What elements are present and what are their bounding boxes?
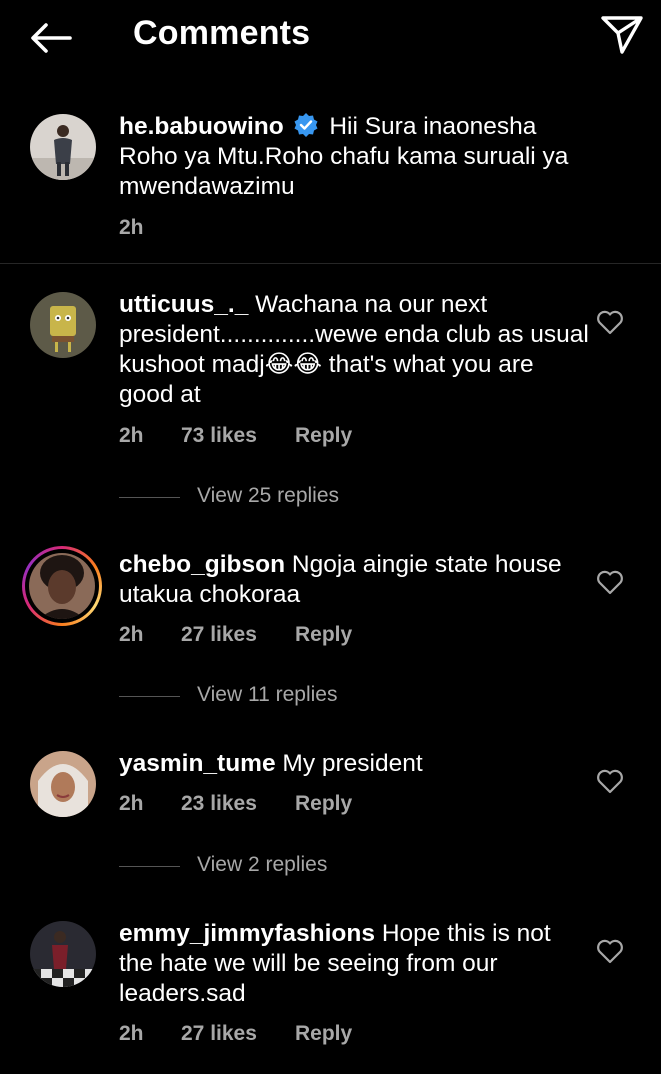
heart-icon [597,310,623,335]
comment-likes[interactable]: 27 likes [181,623,257,647]
comment-time: 2h [119,792,144,815]
reply-button[interactable]: Reply [295,623,352,647]
heart-icon [597,769,623,794]
reply-button[interactable]: Reply [295,424,352,448]
comment-time: 2h [119,424,144,447]
comment-username[interactable]: yasmin_tume [119,750,276,777]
reply-button[interactable]: Reply [295,1022,352,1046]
avatar[interactable] [30,114,96,180]
top-bar: Comments [0,0,661,80]
comment-text: My president [282,750,423,777]
like-button[interactable] [595,767,625,795]
story-ring[interactable] [22,546,102,626]
caption-text-block: he.babuowino Hii Sura inaonesha Roho ya … [119,112,589,202]
like-button[interactable] [595,308,625,336]
caption-username[interactable]: he.babuowino [119,113,284,140]
view-replies-button[interactable]: View 2 replies [119,853,419,883]
comment-time: 2h [119,623,144,646]
comment-time: 2h [119,1022,144,1045]
divider-line [119,866,180,867]
comment-text-block: yasmin_tume My president [119,749,589,779]
share-button[interactable] [597,10,647,60]
comment-likes[interactable]: 23 likes [181,792,257,816]
avatar[interactable] [30,751,96,817]
comment-text-block: emmy_jimmyfashions Hope this is not the … [119,919,589,1009]
comment-text-block: chebo_gibson Ngoja aingie state house ut… [119,550,589,610]
verified-badge-icon [294,113,317,137]
post-caption: he.babuowino Hii Sura inaonesha Roho ya … [0,100,661,264]
view-replies-button[interactable]: View 11 replies [119,683,419,713]
heart-icon [597,570,623,595]
view-replies-label: View 25 replies [197,484,340,507]
page-title: Comments [133,14,311,52]
comment-username[interactable]: utticuus_._ [119,291,248,318]
arrow-left-icon [31,23,72,53]
reply-button[interactable]: Reply [295,792,352,816]
avatar[interactable] [30,292,96,358]
like-button[interactable] [595,568,625,596]
divider-line [119,497,180,498]
comment-likes[interactable]: 73 likes [181,424,257,448]
comment-text-block: utticuus_._ Wachana na our next presiden… [119,290,589,410]
avatar [29,553,95,619]
view-replies-label: View 2 replies [197,853,328,876]
comment-likes[interactable]: 27 likes [181,1022,257,1046]
caption-time: 2h [119,216,144,239]
avatar[interactable] [30,921,96,987]
like-button[interactable] [595,937,625,965]
heart-icon [597,939,623,964]
comment-username[interactable]: emmy_jimmyfashions [119,920,375,947]
divider-line [119,696,180,697]
comment-username[interactable]: chebo_gibson [119,551,285,578]
back-button[interactable] [26,14,76,60]
view-replies-button[interactable]: View 25 replies [119,484,419,514]
view-replies-label: View 11 replies [197,683,338,706]
paper-plane-icon [601,16,643,54]
